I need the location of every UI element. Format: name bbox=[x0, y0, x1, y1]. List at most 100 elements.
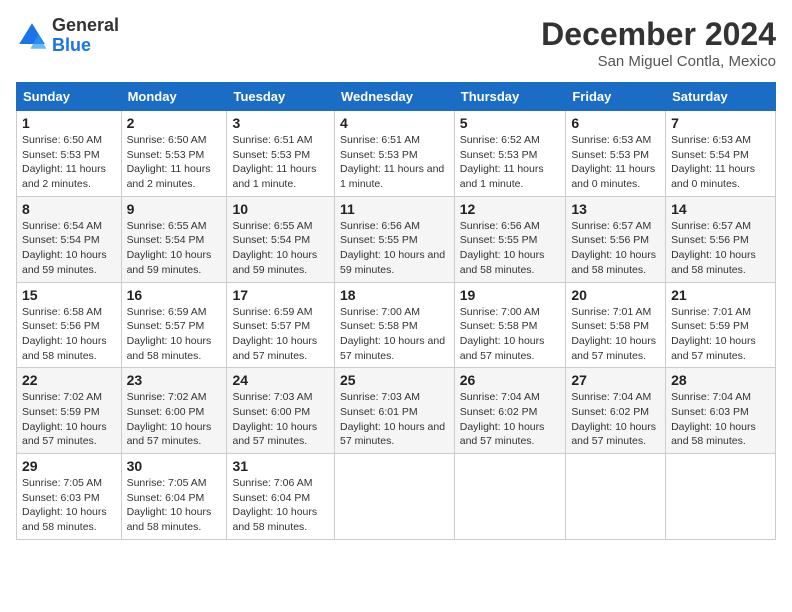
col-monday: Monday bbox=[121, 83, 227, 111]
calendar-cell: 21 Sunrise: 7:01 AMSunset: 5:59 PMDaylig… bbox=[666, 282, 776, 368]
calendar-cell: 28 Sunrise: 7:04 AMSunset: 6:03 PMDaylig… bbox=[666, 368, 776, 454]
day-detail: Sunrise: 6:55 AMSunset: 5:54 PMDaylight:… bbox=[127, 220, 212, 276]
day-number: 17 bbox=[232, 287, 329, 303]
calendar-cell: 17 Sunrise: 6:59 AMSunset: 5:57 PMDaylig… bbox=[227, 282, 335, 368]
day-detail: Sunrise: 6:52 AMSunset: 5:53 PMDaylight:… bbox=[460, 134, 544, 190]
day-detail: Sunrise: 7:02 AMSunset: 5:59 PMDaylight:… bbox=[22, 391, 107, 447]
day-detail: Sunrise: 6:56 AMSunset: 5:55 PMDaylight:… bbox=[340, 220, 445, 276]
logo: General Blue bbox=[16, 16, 119, 56]
day-detail: Sunrise: 6:53 AMSunset: 5:53 PMDaylight:… bbox=[571, 134, 655, 190]
calendar-cell bbox=[566, 454, 666, 540]
logo-blue-text: Blue bbox=[52, 35, 91, 55]
calendar-cell: 13 Sunrise: 6:57 AMSunset: 5:56 PMDaylig… bbox=[566, 196, 666, 282]
day-number: 10 bbox=[232, 201, 329, 217]
day-number: 8 bbox=[22, 201, 116, 217]
day-number: 23 bbox=[127, 372, 222, 388]
col-tuesday: Tuesday bbox=[227, 83, 335, 111]
calendar-week-3: 15 Sunrise: 6:58 AMSunset: 5:56 PMDaylig… bbox=[17, 282, 776, 368]
day-detail: Sunrise: 7:00 AMSunset: 5:58 PMDaylight:… bbox=[460, 306, 545, 362]
day-number: 9 bbox=[127, 201, 222, 217]
day-detail: Sunrise: 6:51 AMSunset: 5:53 PMDaylight:… bbox=[232, 134, 316, 190]
calendar-cell bbox=[334, 454, 454, 540]
day-number: 15 bbox=[22, 287, 116, 303]
day-detail: Sunrise: 7:00 AMSunset: 5:58 PMDaylight:… bbox=[340, 306, 445, 362]
calendar-cell: 7 Sunrise: 6:53 AMSunset: 5:54 PMDayligh… bbox=[666, 111, 776, 197]
calendar-cell: 19 Sunrise: 7:00 AMSunset: 5:58 PMDaylig… bbox=[454, 282, 566, 368]
calendar-cell: 29 Sunrise: 7:05 AMSunset: 6:03 PMDaylig… bbox=[17, 454, 122, 540]
day-detail: Sunrise: 6:53 AMSunset: 5:54 PMDaylight:… bbox=[671, 134, 755, 190]
day-detail: Sunrise: 6:54 AMSunset: 5:54 PMDaylight:… bbox=[22, 220, 107, 276]
day-number: 30 bbox=[127, 458, 222, 474]
day-number: 31 bbox=[232, 458, 329, 474]
calendar-cell: 30 Sunrise: 7:05 AMSunset: 6:04 PMDaylig… bbox=[121, 454, 227, 540]
day-number: 18 bbox=[340, 287, 449, 303]
day-detail: Sunrise: 7:03 AMSunset: 6:00 PMDaylight:… bbox=[232, 391, 317, 447]
day-number: 16 bbox=[127, 287, 222, 303]
calendar-cell: 24 Sunrise: 7:03 AMSunset: 6:00 PMDaylig… bbox=[227, 368, 335, 454]
calendar-cell: 20 Sunrise: 7:01 AMSunset: 5:58 PMDaylig… bbox=[566, 282, 666, 368]
day-number: 27 bbox=[571, 372, 660, 388]
calendar-cell: 14 Sunrise: 6:57 AMSunset: 5:56 PMDaylig… bbox=[666, 196, 776, 282]
month-title: December 2024 bbox=[541, 16, 776, 53]
day-number: 26 bbox=[460, 372, 561, 388]
day-detail: Sunrise: 7:02 AMSunset: 6:00 PMDaylight:… bbox=[127, 391, 212, 447]
calendar-cell: 31 Sunrise: 7:06 AMSunset: 6:04 PMDaylig… bbox=[227, 454, 335, 540]
day-number: 25 bbox=[340, 372, 449, 388]
day-detail: Sunrise: 7:04 AMSunset: 6:02 PMDaylight:… bbox=[460, 391, 545, 447]
day-number: 1 bbox=[22, 115, 116, 131]
calendar-cell bbox=[454, 454, 566, 540]
day-detail: Sunrise: 7:01 AMSunset: 5:59 PMDaylight:… bbox=[671, 306, 756, 362]
calendar-cell: 25 Sunrise: 7:03 AMSunset: 6:01 PMDaylig… bbox=[334, 368, 454, 454]
header-row: Sunday Monday Tuesday Wednesday Thursday… bbox=[17, 83, 776, 111]
day-detail: Sunrise: 6:56 AMSunset: 5:55 PMDaylight:… bbox=[460, 220, 545, 276]
location: San Miguel Contla, Mexico bbox=[541, 53, 776, 70]
day-number: 12 bbox=[460, 201, 561, 217]
logo-icon bbox=[16, 20, 48, 52]
day-detail: Sunrise: 6:57 AMSunset: 5:56 PMDaylight:… bbox=[671, 220, 756, 276]
day-detail: Sunrise: 6:58 AMSunset: 5:56 PMDaylight:… bbox=[22, 306, 107, 362]
day-number: 2 bbox=[127, 115, 222, 131]
day-detail: Sunrise: 6:59 AMSunset: 5:57 PMDaylight:… bbox=[232, 306, 317, 362]
day-number: 28 bbox=[671, 372, 770, 388]
day-detail: Sunrise: 7:03 AMSunset: 6:01 PMDaylight:… bbox=[340, 391, 445, 447]
col-saturday: Saturday bbox=[666, 83, 776, 111]
calendar-cell: 5 Sunrise: 6:52 AMSunset: 5:53 PMDayligh… bbox=[454, 111, 566, 197]
calendar-cell: 2 Sunrise: 6:50 AMSunset: 5:53 PMDayligh… bbox=[121, 111, 227, 197]
page-header: General Blue December 2024 San Miguel Co… bbox=[16, 16, 776, 70]
day-number: 14 bbox=[671, 201, 770, 217]
calendar-cell: 3 Sunrise: 6:51 AMSunset: 5:53 PMDayligh… bbox=[227, 111, 335, 197]
day-detail: Sunrise: 7:05 AMSunset: 6:03 PMDaylight:… bbox=[22, 477, 107, 533]
day-number: 22 bbox=[22, 372, 116, 388]
calendar-cell: 10 Sunrise: 6:55 AMSunset: 5:54 PMDaylig… bbox=[227, 196, 335, 282]
day-number: 19 bbox=[460, 287, 561, 303]
day-number: 24 bbox=[232, 372, 329, 388]
calendar-cell: 9 Sunrise: 6:55 AMSunset: 5:54 PMDayligh… bbox=[121, 196, 227, 282]
day-number: 29 bbox=[22, 458, 116, 474]
logo-general-text: General bbox=[52, 15, 119, 35]
day-number: 6 bbox=[571, 115, 660, 131]
day-number: 4 bbox=[340, 115, 449, 131]
day-number: 21 bbox=[671, 287, 770, 303]
calendar-cell: 18 Sunrise: 7:00 AMSunset: 5:58 PMDaylig… bbox=[334, 282, 454, 368]
calendar-cell: 1 Sunrise: 6:50 AMSunset: 5:53 PMDayligh… bbox=[17, 111, 122, 197]
day-number: 7 bbox=[671, 115, 770, 131]
day-detail: Sunrise: 6:57 AMSunset: 5:56 PMDaylight:… bbox=[571, 220, 656, 276]
calendar-cell: 6 Sunrise: 6:53 AMSunset: 5:53 PMDayligh… bbox=[566, 111, 666, 197]
calendar-cell: 23 Sunrise: 7:02 AMSunset: 6:00 PMDaylig… bbox=[121, 368, 227, 454]
day-detail: Sunrise: 7:06 AMSunset: 6:04 PMDaylight:… bbox=[232, 477, 317, 533]
calendar-cell: 16 Sunrise: 6:59 AMSunset: 5:57 PMDaylig… bbox=[121, 282, 227, 368]
day-number: 3 bbox=[232, 115, 329, 131]
calendar-cell: 26 Sunrise: 7:04 AMSunset: 6:02 PMDaylig… bbox=[454, 368, 566, 454]
calendar-cell: 12 Sunrise: 6:56 AMSunset: 5:55 PMDaylig… bbox=[454, 196, 566, 282]
calendar-week-4: 22 Sunrise: 7:02 AMSunset: 5:59 PMDaylig… bbox=[17, 368, 776, 454]
calendar-week-2: 8 Sunrise: 6:54 AMSunset: 5:54 PMDayligh… bbox=[17, 196, 776, 282]
calendar-cell: 8 Sunrise: 6:54 AMSunset: 5:54 PMDayligh… bbox=[17, 196, 122, 282]
day-detail: Sunrise: 6:59 AMSunset: 5:57 PMDaylight:… bbox=[127, 306, 212, 362]
calendar-cell: 11 Sunrise: 6:56 AMSunset: 5:55 PMDaylig… bbox=[334, 196, 454, 282]
day-detail: Sunrise: 7:05 AMSunset: 6:04 PMDaylight:… bbox=[127, 477, 212, 533]
day-detail: Sunrise: 7:04 AMSunset: 6:02 PMDaylight:… bbox=[571, 391, 656, 447]
day-detail: Sunrise: 6:50 AMSunset: 5:53 PMDaylight:… bbox=[127, 134, 211, 190]
title-block: December 2024 San Miguel Contla, Mexico bbox=[541, 16, 776, 70]
calendar-cell: 22 Sunrise: 7:02 AMSunset: 5:59 PMDaylig… bbox=[17, 368, 122, 454]
day-number: 11 bbox=[340, 201, 449, 217]
